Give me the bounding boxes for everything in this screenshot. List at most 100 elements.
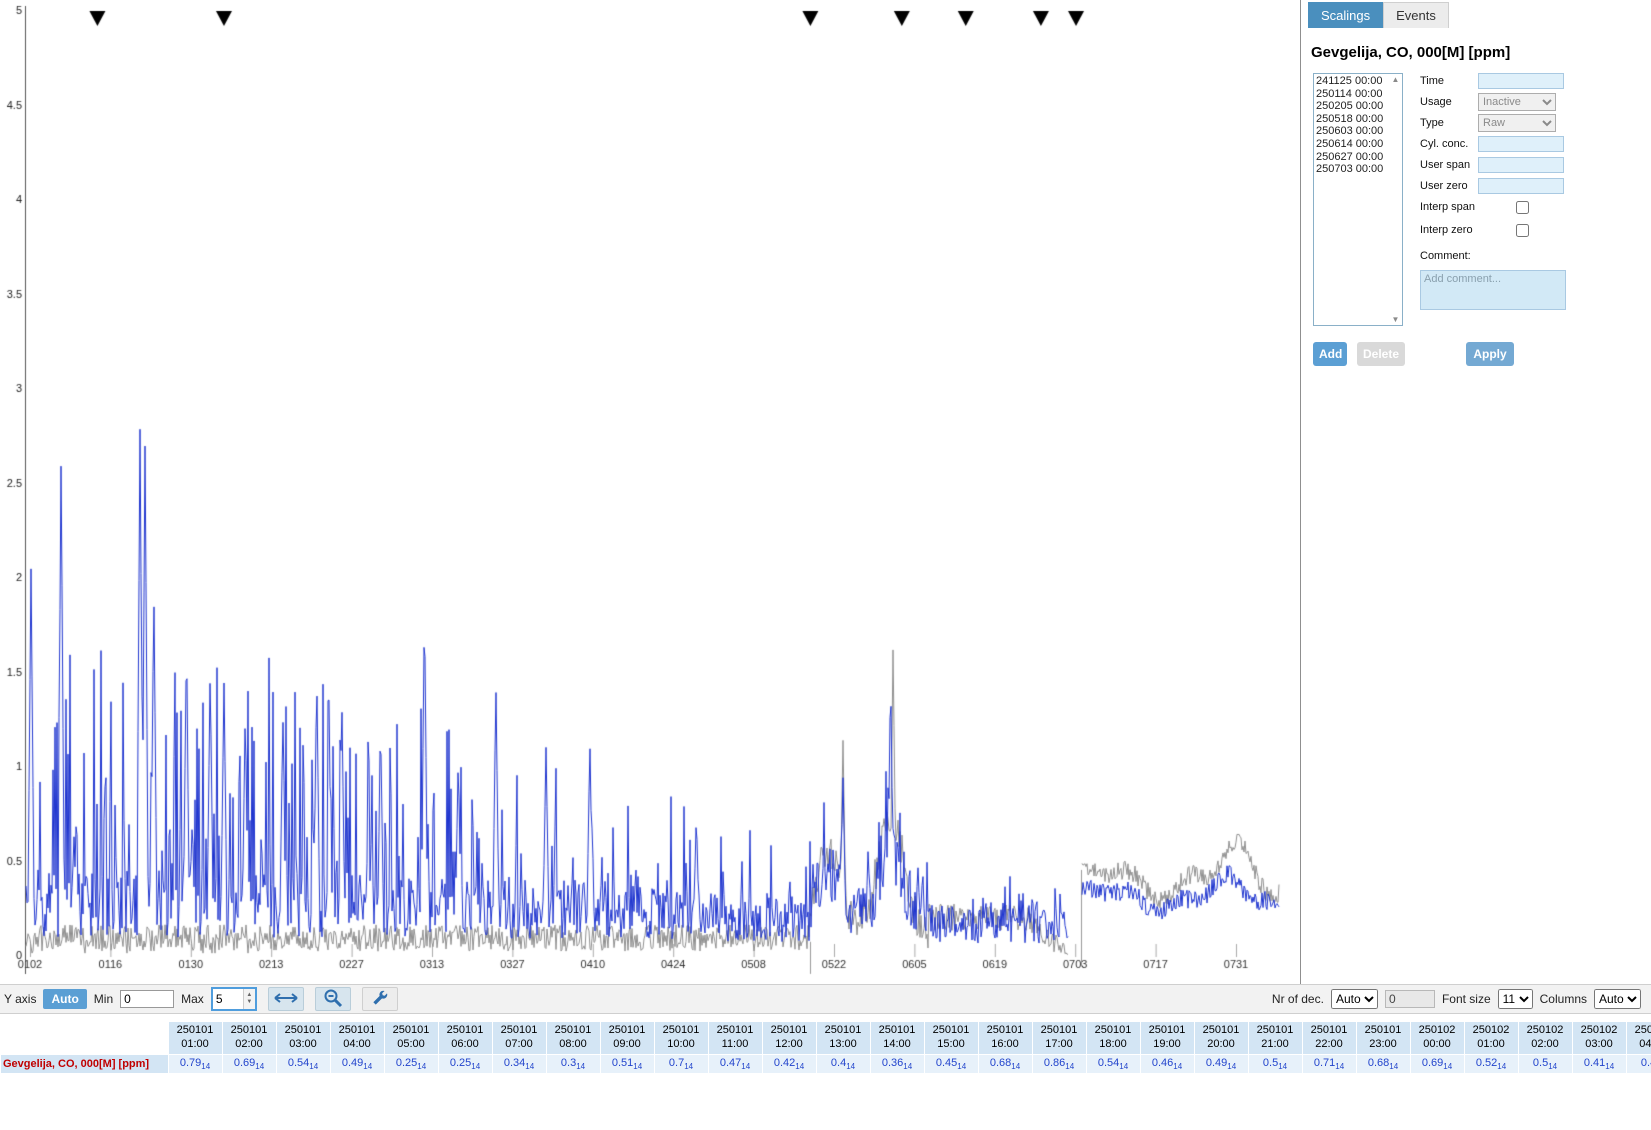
table-value-cell[interactable]: 0.5414	[276, 1054, 330, 1073]
timeseries-chart-canvas[interactable]	[0, 0, 1297, 984]
table-col-header: 25010120:00	[1194, 1022, 1248, 1055]
table-value-cell[interactable]: 0.6814	[1356, 1054, 1410, 1073]
table-col-header: 25010113:00	[816, 1022, 870, 1055]
table-value-cell[interactable]: 0.7914	[168, 1054, 222, 1073]
table-value-cell[interactable]: 0.6914	[222, 1054, 276, 1073]
table-value-cell[interactable]: 0.6914	[1410, 1054, 1464, 1073]
table-value-cell[interactable]: 0.714	[654, 1054, 708, 1073]
scaling-listbox[interactable]: 241125 00:00250114 00:00250205 00:002505…	[1313, 73, 1403, 326]
table-value-cell[interactable]: 0.314	[546, 1054, 600, 1073]
table-col-header: 25010201:00	[1464, 1022, 1518, 1055]
table-value-cell[interactable]: 0.3414	[492, 1054, 546, 1073]
columns-label: Columns	[1540, 992, 1587, 1006]
scaling-list-item[interactable]: 250614 00:00	[1316, 138, 1400, 151]
type-select[interactable]: Raw	[1478, 114, 1556, 132]
comment-label: Comment:	[1420, 250, 1478, 262]
table-col-header: 25010202:00	[1518, 1022, 1572, 1055]
apply-button[interactable]: Apply	[1466, 342, 1514, 366]
interp-zero-label: Interp zero	[1420, 224, 1478, 236]
time-input[interactable]	[1478, 73, 1564, 89]
user-zero-label: User zero	[1420, 180, 1478, 192]
table-value-cell[interactable]: 0.514	[1518, 1054, 1572, 1073]
table-value-cell[interactable]: 0.5214	[1464, 1054, 1518, 1073]
scaling-list-item[interactable]: 250205 00:00	[1316, 100, 1400, 113]
nr-of-dec-select[interactable]: Auto	[1331, 989, 1378, 1009]
y-axis-label: Y axis	[4, 992, 36, 1006]
table-value-cell[interactable]: 0.5414	[1086, 1054, 1140, 1073]
table-value-cell[interactable]: 0.4914	[1194, 1054, 1248, 1073]
table-col-header: 25010114:00	[870, 1022, 924, 1055]
table-value-cell[interactable]: 0.4914	[330, 1054, 384, 1073]
table-col-header: 25010108:00	[546, 1022, 600, 1055]
nr-of-dec-label: Nr of dec.	[1272, 992, 1324, 1006]
max-spinner-buttons[interactable]: ▲ ▼	[243, 989, 255, 1009]
cyl-conc-input[interactable]	[1478, 136, 1564, 152]
user-zero-input[interactable]	[1478, 178, 1564, 194]
table-value-cell[interactable]: 0.514	[1248, 1054, 1302, 1073]
table-value-cell[interactable]: 0.8614	[1032, 1054, 1086, 1073]
scaling-form: Time Usage Inactive Type Raw Cyl. con	[1420, 73, 1620, 326]
spin-down-icon[interactable]: ▼	[246, 999, 252, 1006]
scaling-list-item[interactable]: 250603 00:00	[1316, 125, 1400, 138]
fit-horizontal-button[interactable]	[268, 987, 304, 1011]
table-col-header: 25010204:00	[1626, 1022, 1651, 1055]
zoom-out-button[interactable]	[315, 987, 351, 1011]
table-value-cell[interactable]: 0.414	[816, 1054, 870, 1073]
tab-scalings[interactable]: Scalings	[1308, 2, 1383, 28]
table-col-header: 25010104:00	[330, 1022, 384, 1055]
spin-up-icon[interactable]: ▲	[246, 992, 252, 999]
table-value-cell[interactable]: 0.2514	[438, 1054, 492, 1073]
interp-span-checkbox[interactable]	[1516, 201, 1529, 214]
table-value-cell[interactable]: 0.4514	[924, 1054, 978, 1073]
scaling-list-item[interactable]: 250518 00:00	[1316, 113, 1400, 126]
scroll-down-icon[interactable]: ▼	[1389, 315, 1402, 324]
columns-select[interactable]: Auto	[1594, 989, 1641, 1009]
table-value-cell[interactable]: 0.3614	[870, 1054, 924, 1073]
y-axis-auto-button[interactable]: Auto	[43, 989, 86, 1009]
panel-buttons: Add Delete Apply	[1313, 342, 1651, 366]
delete-button[interactable]: Delete	[1357, 342, 1405, 366]
dec-places-input[interactable]	[1385, 990, 1435, 1008]
listbox-scrollbar[interactable]: ▲ ▼	[1389, 74, 1402, 325]
chart-area	[0, 0, 1298, 984]
table-value-cell[interactable]: 0.414	[1626, 1054, 1651, 1073]
table-value-cell[interactable]: 0.7114	[1302, 1054, 1356, 1073]
table-col-header: 25010116:00	[978, 1022, 1032, 1055]
table-value-cell[interactable]: 0.4214	[762, 1054, 816, 1073]
wrench-icon	[370, 988, 390, 1011]
comment-textarea[interactable]	[1420, 270, 1566, 310]
usage-select[interactable]: Inactive	[1478, 93, 1556, 111]
table-value-cell[interactable]: 0.2514	[384, 1054, 438, 1073]
panel-title: Gevgelija, CO, 000[M] [ppm]	[1311, 44, 1651, 61]
add-button[interactable]: Add	[1313, 342, 1347, 366]
table-col-header: 25010103:00	[276, 1022, 330, 1055]
table-col-header: 25010117:00	[1032, 1022, 1086, 1055]
interp-span-label: Interp span	[1420, 201, 1478, 213]
interp-zero-checkbox[interactable]	[1516, 224, 1529, 237]
cyl-conc-label: Cyl. conc.	[1420, 138, 1478, 150]
table-value-cell[interactable]: 0.4614	[1140, 1054, 1194, 1073]
settings-wrench-button[interactable]	[362, 987, 398, 1011]
zoom-out-icon	[323, 988, 343, 1011]
min-input[interactable]	[120, 990, 174, 1008]
scaling-list-item[interactable]: 250627 00:00	[1316, 151, 1400, 164]
font-size-select[interactable]: 11	[1498, 989, 1533, 1009]
time-label: Time	[1420, 75, 1478, 87]
scaling-list-item[interactable]: 250703 00:00	[1316, 163, 1400, 176]
scaling-list-item[interactable]: 241125 00:00	[1316, 75, 1400, 88]
table-value-cell[interactable]: 0.4114	[1572, 1054, 1626, 1073]
tab-events[interactable]: Events	[1383, 2, 1449, 28]
user-span-input[interactable]	[1478, 157, 1564, 173]
table-col-header: 25010105:00	[384, 1022, 438, 1055]
scaling-list-item[interactable]: 250114 00:00	[1316, 88, 1400, 101]
scroll-up-icon[interactable]: ▲	[1389, 75, 1402, 84]
table-col-header: 25010106:00	[438, 1022, 492, 1055]
table-value-cell[interactable]: 0.6814	[978, 1054, 1032, 1073]
table-value-cell[interactable]: 0.4714	[708, 1054, 762, 1073]
hourly-values-table: 25010101:0025010102:0025010103:002501010…	[0, 1021, 1651, 1074]
toolbar-left-group: Y axis Auto Min Max ▲ ▼	[4, 987, 398, 1011]
max-input[interactable]	[213, 989, 243, 1009]
table-value-cell[interactable]: 0.5114	[600, 1054, 654, 1073]
table-corner-cell	[1, 1022, 169, 1055]
table-col-header: 25010123:00	[1356, 1022, 1410, 1055]
